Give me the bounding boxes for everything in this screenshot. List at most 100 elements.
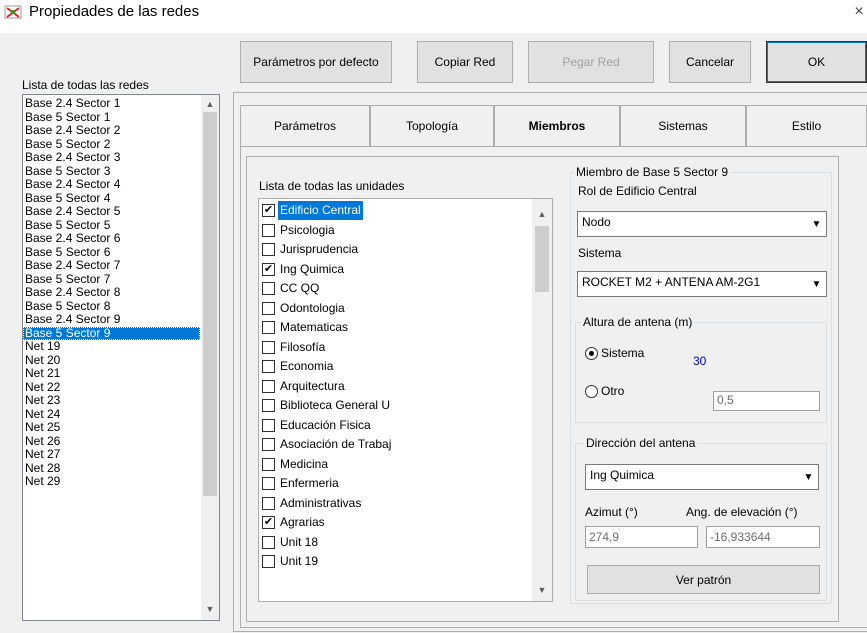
checkbox-unchecked[interactable]: [262, 438, 275, 452]
network-list-item[interactable]: Net 28: [23, 461, 200, 476]
network-list-item[interactable]: Base 5 Sector 5: [23, 218, 200, 233]
unit-list-item[interactable]: Asociación de Trabaj: [259, 435, 529, 455]
chevron-down-icon[interactable]: ▼: [808, 213, 825, 235]
unit-list-item[interactable]: Economia: [259, 357, 529, 377]
checkbox-checked[interactable]: ✔: [262, 262, 275, 276]
checkbox-checked[interactable]: ✔: [262, 516, 275, 530]
unit-list-item[interactable]: ✔ Agrarias: [259, 513, 529, 533]
networks-listbox[interactable]: Base 2.4 Sector 1 Base 5 Sector 1 Base 2.4…: [22, 94, 220, 621]
elevation-input[interactable]: -16,933644: [706, 526, 820, 548]
network-list-item[interactable]: Base 5 Sector 3: [23, 164, 200, 179]
checkbox-unchecked[interactable]: [262, 301, 275, 315]
network-list-item[interactable]: Net 27: [23, 447, 200, 462]
network-list-item[interactable]: Base 5 Sector 8: [23, 299, 200, 314]
network-list-item[interactable]: Base 5 Sector 6: [23, 245, 200, 260]
unit-list-item[interactable]: Psicologia: [259, 221, 529, 241]
network-list-item[interactable]: Base 2.4 Sector 6: [23, 231, 200, 246]
network-list-item[interactable]: Net 23: [23, 393, 200, 408]
unit-list-item[interactable]: Educación Fisica: [259, 416, 529, 436]
network-list-item[interactable]: Net 19: [23, 339, 200, 354]
network-list-item[interactable]: Net 20: [23, 353, 200, 368]
radio-sistema[interactable]: [585, 347, 598, 360]
network-list-item[interactable]: Base 5 Sector 9: [23, 326, 200, 340]
checkbox-unchecked[interactable]: [262, 457, 275, 471]
network-list-item[interactable]: Base 2.4 Sector 9: [23, 312, 200, 327]
network-list-item[interactable]: Net 21: [23, 366, 200, 381]
checkbox-unchecked[interactable]: [262, 477, 275, 491]
networks-scrollbar[interactable]: ▲ ▼: [201, 95, 219, 620]
network-list-item[interactable]: Base 5 Sector 7: [23, 272, 200, 287]
network-list-item[interactable]: Base 2.4 Sector 5: [23, 204, 200, 219]
units-scroll-down-icon[interactable]: ▼: [532, 584, 552, 596]
units-scrollbar[interactable]: ▲ ▼: [532, 199, 552, 601]
role-combo[interactable]: Nodo ▼: [577, 211, 827, 237]
tab-parametros[interactable]: Parámetros: [240, 105, 370, 146]
unit-list-item[interactable]: Biblioteca General U: [259, 396, 529, 416]
network-list-item[interactable]: Base 5 Sector 4: [23, 191, 200, 206]
scroll-up-icon[interactable]: ▲: [201, 98, 219, 110]
units-listbox[interactable]: ✔ Edificio Central Psicologia Jurisprudenci…: [258, 198, 553, 602]
system-combo[interactable]: ROCKET M2 + ANTENA AM-2G1 ▼: [577, 271, 827, 297]
otro-height-input[interactable]: 0,5: [713, 391, 820, 411]
direction-target-combo[interactable]: Ing Quimica ▼: [585, 464, 819, 490]
network-list-item[interactable]: Base 2.4 Sector 8: [23, 285, 200, 300]
network-list-item[interactable]: Base 5 Sector 1: [23, 110, 200, 125]
cancel-button[interactable]: Cancelar: [669, 41, 751, 83]
chevron-down-icon[interactable]: ▼: [808, 273, 825, 295]
tab-topologia[interactable]: Topología: [370, 105, 494, 146]
unit-list-item[interactable]: Jurisprudencia: [259, 240, 529, 260]
tab-estilo[interactable]: Estilo: [746, 105, 867, 146]
unit-list-item[interactable]: Arquitectura: [259, 377, 529, 397]
checkbox-unchecked[interactable]: [262, 379, 275, 393]
checkbox-unchecked[interactable]: [262, 535, 275, 549]
units-scroll-up-icon[interactable]: ▲: [532, 208, 552, 220]
checkbox-unchecked[interactable]: [262, 418, 275, 432]
tab-sistemas[interactable]: Sistemas: [620, 105, 746, 146]
unit-list-item[interactable]: Unit 19: [259, 552, 529, 572]
checkbox-unchecked[interactable]: [262, 555, 275, 569]
network-list-item[interactable]: Base 2.4 Sector 1: [23, 96, 200, 111]
network-list-item[interactable]: Base 5 Sector 2: [23, 137, 200, 152]
unit-list-item[interactable]: Medicina: [259, 455, 529, 475]
unit-list-item[interactable]: Matematicas: [259, 318, 529, 338]
unit-list-item[interactable]: Administrativas: [259, 494, 529, 514]
checkbox-unchecked[interactable]: [262, 496, 275, 510]
checkbox-unchecked[interactable]: [262, 223, 275, 237]
chevron-down-icon[interactable]: ▼: [800, 466, 817, 488]
checkbox-unchecked[interactable]: [262, 340, 275, 354]
view-pattern-button[interactable]: Ver patrón: [587, 565, 820, 594]
network-list-item[interactable]: Base 2.4 Sector 7: [23, 258, 200, 273]
network-list-item[interactable]: Net 26: [23, 434, 200, 449]
checkbox-checked[interactable]: ✔: [262, 204, 275, 218]
unit-list-item[interactable]: Filosofía: [259, 338, 529, 358]
ok-button[interactable]: OK: [766, 41, 867, 83]
checkbox-unchecked[interactable]: [262, 360, 275, 374]
network-list-item[interactable]: Base 2.4 Sector 2: [23, 123, 200, 138]
networks-scroll-thumb[interactable]: [203, 112, 217, 496]
network-list-item[interactable]: Base 2.4 Sector 4: [23, 177, 200, 192]
copy-network-button[interactable]: Copiar Red: [417, 41, 513, 83]
network-list-item[interactable]: Net 24: [23, 407, 200, 422]
unit-list-item[interactable]: CC QQ: [259, 279, 529, 299]
paste-network-button[interactable]: Pegar Red: [528, 41, 654, 83]
unit-list-item[interactable]: Odontologia: [259, 299, 529, 319]
units-scroll-thumb[interactable]: [535, 226, 549, 292]
unit-list-item[interactable]: Unit 18: [259, 533, 529, 553]
checkbox-unchecked[interactable]: [262, 243, 275, 257]
unit-list-item[interactable]: ✔ Edificio Central: [259, 201, 529, 221]
close-icon[interactable]: ×: [852, 2, 866, 24]
defaults-button[interactable]: Parámetros por defecto: [240, 41, 392, 83]
azimut-input[interactable]: 274,9: [585, 526, 698, 548]
checkbox-unchecked[interactable]: [262, 321, 275, 335]
network-list-item[interactable]: Net 25: [23, 420, 200, 435]
radio-otro[interactable]: [585, 385, 598, 398]
network-list-item[interactable]: Base 2.4 Sector 3: [23, 150, 200, 165]
checkbox-unchecked[interactable]: [262, 282, 275, 296]
network-list-item[interactable]: Net 22: [23, 380, 200, 395]
scroll-down-icon[interactable]: ▼: [201, 603, 219, 615]
network-list-item[interactable]: Net 29: [23, 474, 200, 489]
checkbox-unchecked[interactable]: [262, 399, 275, 413]
unit-list-item[interactable]: ✔ Ing Quimica: [259, 260, 529, 280]
tab-miembros[interactable]: Miembros: [494, 105, 620, 146]
unit-list-item[interactable]: Enfermeria: [259, 474, 529, 494]
